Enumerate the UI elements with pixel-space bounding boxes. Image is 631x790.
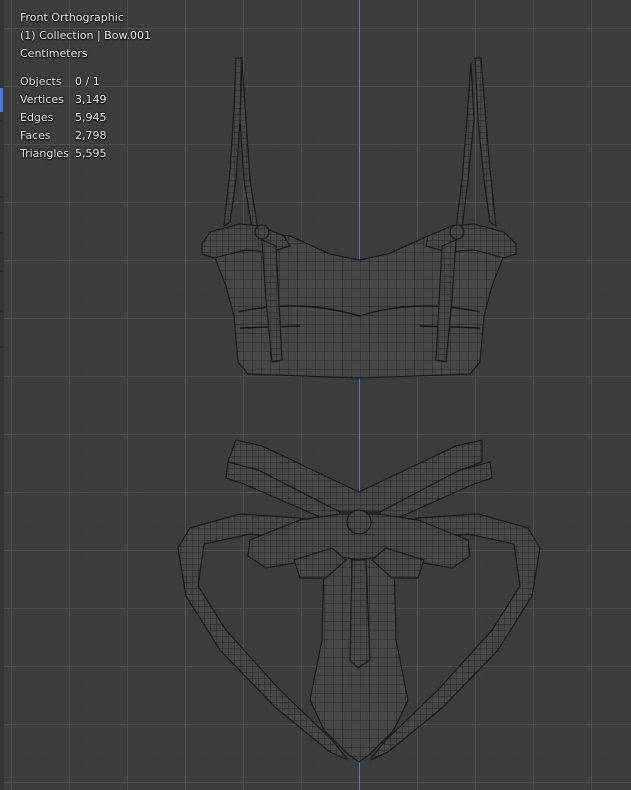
briefs-bottom-mesh[interactable]: [177, 439, 541, 763]
stat-label: Vertices: [20, 93, 64, 106]
stat-label: Edges: [20, 111, 54, 124]
stat-row-triangles: Triangles 5,595: [20, 145, 151, 163]
stat-value: 0 / 1: [75, 75, 100, 88]
stat-row-faces: Faces 2,798: [20, 127, 151, 145]
stat-value: 3,149: [75, 93, 107, 106]
stat-label: Triangles: [20, 147, 69, 160]
view-name: Front Orthographic: [20, 11, 124, 24]
3d-viewport[interactable]: Front Orthographic (1) Collection | Bow.…: [0, 0, 631, 790]
bra-top-mesh[interactable]: [201, 57, 517, 379]
viewport-info-overlay: Front Orthographic (1) Collection | Bow.…: [20, 9, 151, 163]
stat-row-objects: Objects 0 / 1: [20, 73, 151, 91]
stat-value: 5,945: [75, 111, 107, 124]
scene-statistics: Objects 0 / 1 Vertices 3,149 Edges 5,945…: [20, 73, 151, 163]
stat-value: 2,798: [75, 129, 107, 142]
stat-row-edges: Edges 5,945: [20, 109, 151, 127]
units-label: Centimeters: [20, 47, 88, 60]
stat-label: Objects: [20, 75, 62, 88]
stat-label: Faces: [20, 129, 51, 142]
stat-row-vertices: Vertices 3,149: [20, 91, 151, 109]
stat-value: 5,595: [75, 147, 107, 160]
collection-label: (1) Collection | Bow.001: [20, 29, 151, 42]
